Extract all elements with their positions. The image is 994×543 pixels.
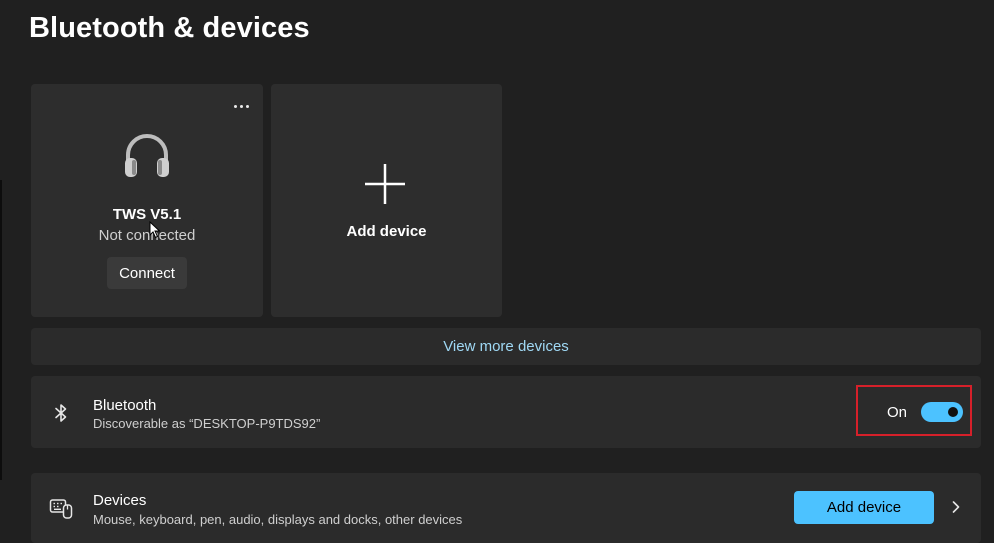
bluetooth-toggle-label: On (887, 404, 908, 421)
bluetooth-icon (55, 404, 67, 422)
devices-subtitle: Mouse, keyboard, pen, audio, displays an… (93, 512, 463, 527)
toggle-knob (948, 407, 958, 417)
bluetooth-row: Bluetooth Discoverable as “DESKTOP-P9TDS… (31, 376, 981, 448)
page-title: Bluetooth & devices (29, 12, 310, 44)
settings-page: Bluetooth & devices TWS V5.1 Not connect… (0, 0, 994, 543)
more-dot (233, 104, 237, 108)
connect-button[interactable]: Connect (107, 257, 187, 289)
chevron-right-icon[interactable] (949, 500, 963, 514)
add-device-card[interactable]: Add device (271, 84, 502, 317)
bluetooth-subtitle: Discoverable as “DESKTOP-P9TDS92” (93, 416, 321, 431)
mouse-cursor-icon (149, 221, 161, 239)
devices-icon (49, 499, 73, 519)
plus-icon (365, 164, 405, 204)
more-dot (245, 104, 249, 108)
device-status: Not connected (98, 227, 196, 244)
devices-title: Devices (93, 492, 147, 509)
add-device-label: Add device (346, 223, 427, 240)
devices-row[interactable]: Devices Mouse, keyboard, pen, audio, dis… (31, 473, 981, 543)
device-name: TWS V5.1 (112, 206, 182, 223)
bluetooth-toggle[interactable] (921, 402, 963, 422)
bluetooth-title: Bluetooth (93, 397, 157, 414)
headphones-icon (125, 134, 169, 177)
nav-pane-edge (0, 180, 2, 480)
device-card-tws[interactable]: TWS V5.1 Not connected Connect (31, 84, 263, 317)
more-dot (239, 104, 243, 108)
view-more-devices-link[interactable]: View more devices (31, 328, 981, 365)
add-device-button[interactable]: Add device (794, 491, 934, 524)
more-options-button[interactable] (229, 96, 253, 116)
